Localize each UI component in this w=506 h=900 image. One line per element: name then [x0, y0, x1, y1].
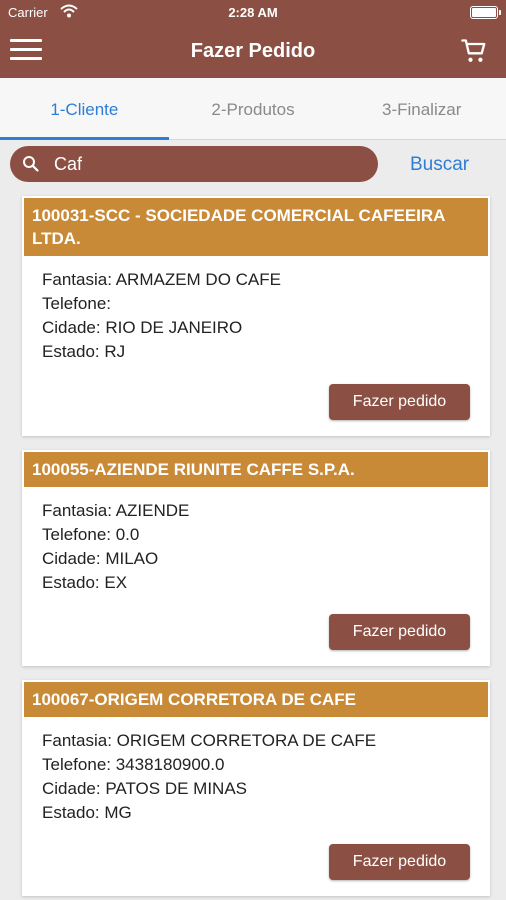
- search-field[interactable]: [10, 146, 378, 182]
- search-icon: [22, 155, 40, 173]
- step-tabs: 1-Cliente 2-Produtos 3-Finalizar: [0, 78, 506, 140]
- client-card-title: 100031-SCC - SOCIEDADE COMERCIAL CAFEEIR…: [24, 198, 488, 256]
- tab-cliente[interactable]: 1-Cliente: [0, 78, 169, 140]
- battery-icon: [470, 6, 501, 19]
- client-info: Fantasia: ARMAZEM DO CAFE Telefone: Cida…: [22, 256, 490, 364]
- cart-icon[interactable]: [460, 37, 488, 65]
- search-bar: Buscar: [0, 140, 506, 190]
- client-card: 100055-AZIENDE RIUNITE CAFFE S.P.A. Fant…: [22, 450, 490, 666]
- search-button[interactable]: Buscar: [410, 154, 469, 176]
- top-app-bar: Fazer Pedido: [0, 26, 506, 78]
- fazer-pedido-button[interactable]: Fazer pedido: [329, 614, 470, 650]
- client-estado: Estado: EX: [42, 573, 128, 592]
- client-card-title: 100055-AZIENDE RIUNITE CAFFE S.P.A.: [24, 452, 488, 487]
- client-cidade: Cidade: PATOS DE MINAS: [42, 779, 248, 798]
- tab-finalizar[interactable]: 3-Finalizar: [337, 78, 506, 139]
- client-card: 100067-ORIGEM CORRETORA DE CAFE Fantasia…: [22, 680, 490, 896]
- client-telefone: Telefone: 0.0: [42, 525, 140, 544]
- client-info: Fantasia: AZIENDE Telefone: 0.0 Cidade: …: [22, 487, 490, 595]
- client-telefone: Telefone:: [42, 294, 111, 313]
- client-telefone: Telefone: 3438180900.0: [42, 755, 225, 774]
- fazer-pedido-button[interactable]: Fazer pedido: [329, 384, 470, 420]
- client-card-title: 100067-ORIGEM CORRETORA DE CAFE: [24, 682, 488, 717]
- client-cidade: Cidade: MILAO: [42, 549, 159, 568]
- client-estado: Estado: RJ: [42, 342, 126, 361]
- client-card: 100031-SCC - SOCIEDADE COMERCIAL CAFEEIR…: [22, 196, 490, 436]
- fazer-pedido-button[interactable]: Fazer pedido: [329, 844, 470, 880]
- client-fantasia: Fantasia: AZIENDE: [42, 501, 190, 520]
- tab-produtos[interactable]: 2-Produtos: [169, 78, 338, 139]
- client-fantasia: Fantasia: ORIGEM CORRETORA DE CAFE: [42, 731, 377, 750]
- client-cidade: Cidade: RIO DE JANEIRO: [42, 318, 243, 337]
- client-estado: Estado: MG: [42, 803, 132, 822]
- search-input[interactable]: [54, 151, 364, 177]
- client-info: Fantasia: ORIGEM CORRETORA DE CAFE Telef…: [22, 717, 490, 825]
- status-bar: Carrier 2:28 AM: [0, 0, 506, 26]
- client-fantasia: Fantasia: ARMAZEM DO CAFE: [42, 270, 281, 289]
- page-title: Fazer Pedido: [190, 40, 316, 62]
- status-time: 2:28 AM: [228, 5, 278, 20]
